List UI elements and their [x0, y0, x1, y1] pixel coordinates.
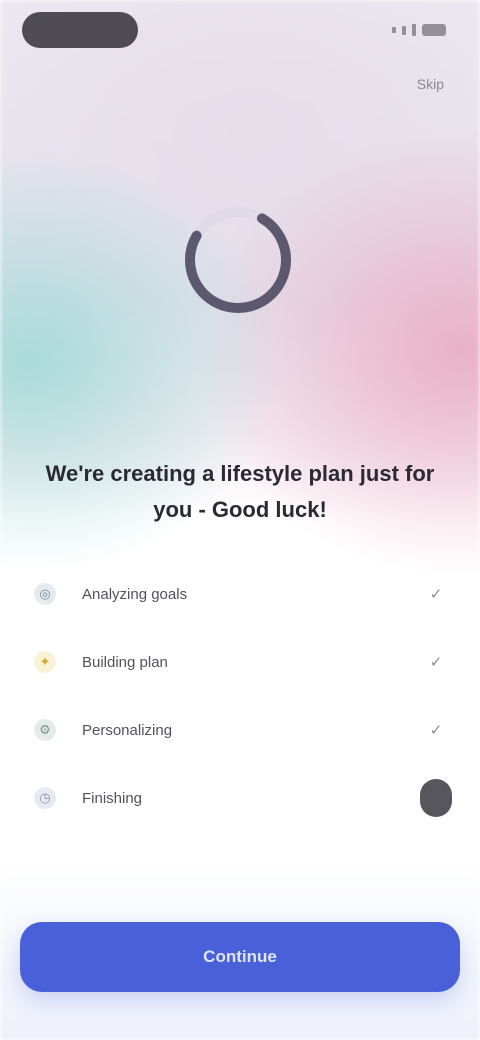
- skip-button[interactable]: Skip: [417, 76, 444, 92]
- list-item: ✦ Building plan ✓: [34, 628, 452, 696]
- gear-icon: ⚙: [34, 719, 56, 741]
- battery-icon: [422, 24, 446, 36]
- loading-spinner: [180, 202, 296, 318]
- check-icon: ✓: [429, 722, 443, 739]
- step-label: Analyzing goals: [82, 585, 188, 603]
- target-icon: ◎: [34, 583, 56, 605]
- dynamic-island: [22, 12, 138, 48]
- check-icon: ✓: [429, 654, 443, 671]
- list-item: ⚙ Personalizing ✓: [34, 696, 452, 764]
- list-item: ◷ Finishing: [34, 764, 452, 832]
- status-bar: [0, 0, 480, 64]
- signal-icon: [412, 24, 416, 36]
- signal-icon: [392, 27, 396, 33]
- signal-icon: [402, 25, 406, 35]
- page-title: We're creating a lifestyle plan just for…: [45, 461, 435, 522]
- continue-button[interactable]: Continue: [20, 922, 460, 992]
- step-label: Building plan: [82, 653, 168, 671]
- loading-indicator: [420, 779, 452, 817]
- progress-steps-list: ◎ Analyzing goals ✓ ✦ Building plan ✓ ⚙ …: [34, 560, 452, 832]
- clock-icon: ◷: [34, 787, 56, 809]
- status-icons: [392, 24, 446, 36]
- spinner-progress-arc: [185, 207, 291, 314]
- step-label: Personalizing: [82, 721, 173, 739]
- loading-dot-icon: [420, 779, 452, 817]
- spark-icon: ✦: [34, 651, 56, 673]
- check-icon: ✓: [429, 586, 443, 603]
- list-item: ◎ Analyzing goals ✓: [34, 560, 452, 628]
- step-label: Finishing: [82, 789, 143, 807]
